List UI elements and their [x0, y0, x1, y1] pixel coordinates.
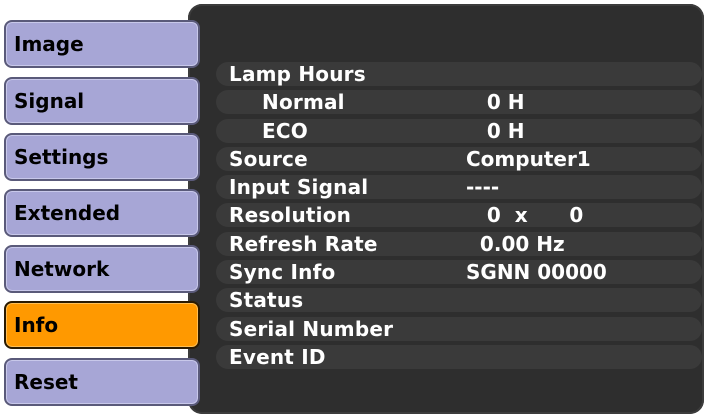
menu-tab-label: Info [14, 313, 59, 337]
info-label: Resolution [229, 203, 352, 228]
info-row-source: Source Computer1 [216, 145, 702, 173]
menu-tab-signal[interactable]: Signal [4, 77, 200, 125]
info-row-sync-info: Sync Info SGNN 00000 [216, 258, 702, 286]
menu-tab-settings[interactable]: Settings [4, 133, 200, 181]
menu-tab-extended[interactable]: Extended [4, 189, 200, 237]
info-row-event-id: Event ID [216, 343, 702, 371]
info-label: Input Signal [229, 175, 369, 200]
info-row-serial-number: Serial Number [216, 315, 702, 343]
info-row-normal: Normal 0 H [216, 88, 702, 116]
info-value: 0 H [466, 90, 525, 115]
info-row-lamp-hours: Lamp Hours [216, 60, 702, 88]
info-value: 0 x 0 [466, 203, 584, 228]
info-row-eco: ECO 0 H [216, 117, 702, 145]
menu-tab-label: Image [14, 32, 84, 56]
info-value: ---- [466, 175, 500, 200]
info-value: SGNN 00000 [466, 260, 607, 285]
menu-tab-label: Network [14, 257, 110, 281]
info-list: Lamp Hours Normal 0 H ECO 0 H Source Com… [216, 60, 702, 371]
info-label: Source [229, 146, 308, 171]
info-label: Status [229, 288, 304, 313]
info-label: Sync Info [229, 260, 336, 285]
info-value: 0.00 Hz [466, 231, 565, 256]
info-row-resolution: Resolution 0 x 0 [216, 201, 702, 229]
info-label: Lamp Hours [229, 62, 366, 86]
info-row-input-signal: Input Signal ---- [216, 173, 702, 201]
info-label: Normal [262, 90, 345, 115]
info-value: Computer1 [466, 146, 591, 171]
menu-tab-info[interactable]: Info [4, 301, 200, 349]
menu-tab-label: Reset [14, 370, 78, 394]
info-value: 0 H [466, 118, 525, 143]
info-label: Event ID [229, 344, 326, 369]
menu-tab-network[interactable]: Network [4, 245, 200, 293]
projector-menu: Image Signal Settings Extended Network I… [0, 0, 708, 418]
info-label: ECO [262, 118, 308, 143]
info-row-refresh-rate: Refresh Rate 0.00 Hz [216, 230, 702, 258]
menu-tab-label: Signal [14, 89, 85, 113]
menu-tab-reset[interactable]: Reset [4, 358, 200, 406]
info-label: Serial Number [229, 316, 394, 341]
info-row-status: Status [216, 286, 702, 314]
menu-tab-label: Settings [14, 145, 109, 169]
menu-tab-image[interactable]: Image [4, 20, 200, 68]
menu-tab-label: Extended [14, 201, 121, 225]
info-label: Refresh Rate [229, 231, 378, 256]
